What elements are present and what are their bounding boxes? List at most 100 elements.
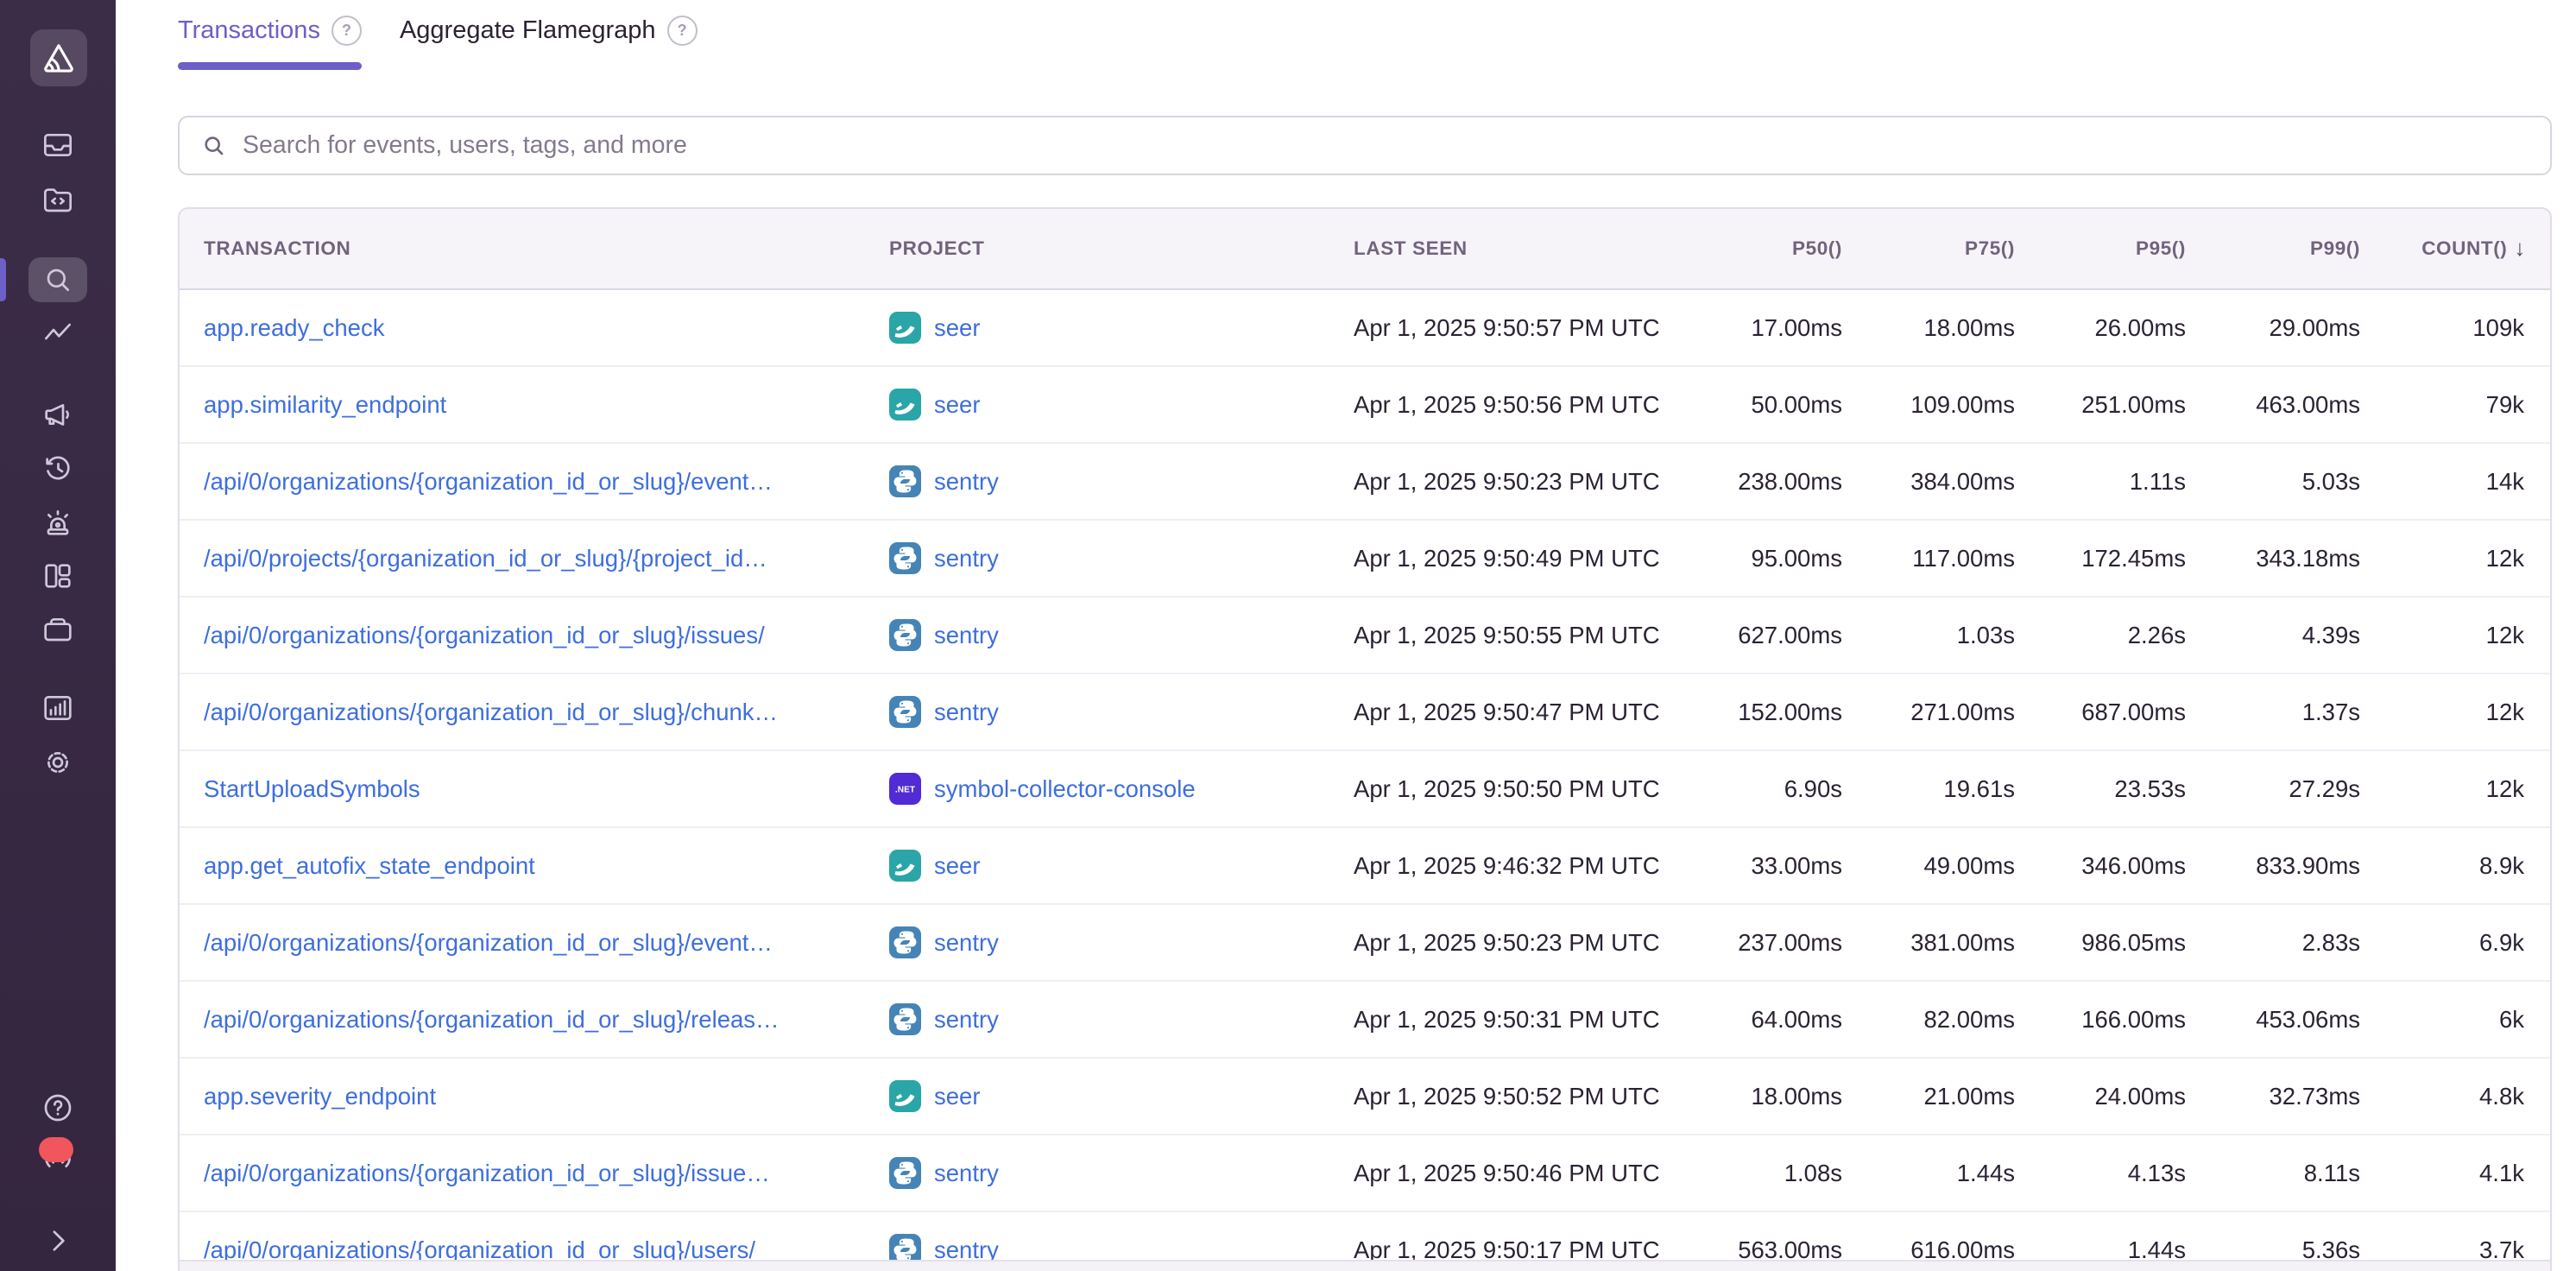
tab-transactions-label: Transactions	[178, 16, 320, 45]
sort-desc-icon: ↓	[2514, 235, 2526, 262]
project-link[interactable]: symbol-collector-console	[934, 775, 1196, 803]
p95-cell: 2.26s	[2015, 622, 2186, 649]
sidebar-item-dashboards[interactable]	[28, 552, 87, 600]
table-bottom-strip	[180, 1260, 2550, 1271]
sidebar-item-search-active[interactable]	[28, 257, 87, 302]
p75-cell: 384.00ms	[1842, 468, 2015, 496]
col-header-transaction[interactable]: TRANSACTION	[180, 237, 889, 260]
transaction-link[interactable]: /api/0/organizations/{organization_id_or…	[204, 622, 765, 648]
project-link[interactable]: sentry	[934, 468, 999, 496]
p95-cell: 687.00ms	[2015, 699, 2186, 726]
search-placeholder: Search for events, users, tags, and more	[243, 131, 687, 160]
p75-cell: 1.03s	[1842, 622, 2015, 649]
p95-cell: 166.00ms	[2015, 1006, 2186, 1034]
count-cell: 4.8k	[2360, 1083, 2550, 1110]
project-link[interactable]: seer	[934, 1083, 981, 1110]
p50-cell: 18.00ms	[1733, 1083, 1842, 1110]
seer-project-icon	[889, 312, 921, 344]
sidebar-collapse-button[interactable]	[28, 1217, 87, 1265]
p75-cell: 109.00ms	[1842, 391, 2015, 419]
p99-cell: 32.73ms	[2186, 1083, 2360, 1110]
p75-cell: 117.00ms	[1842, 545, 2015, 572]
python-project-icon	[889, 1157, 921, 1189]
p75-cell: 1.44s	[1842, 1160, 2015, 1187]
sentry-logo-button[interactable]	[30, 29, 87, 86]
transaction-link[interactable]: app.get_autofix_state_endpoint	[204, 852, 535, 879]
sidebar-item-projects[interactable]	[28, 605, 87, 654]
transaction-cell: app.ready_check	[180, 314, 889, 342]
p50-cell: 33.00ms	[1733, 852, 1842, 880]
transaction-link[interactable]: /api/0/organizations/{organization_id_or…	[204, 1160, 770, 1186]
transaction-link[interactable]: /api/0/organizations/{organization_id_or…	[204, 468, 773, 495]
col-header-count[interactable]: COUNT() ↓	[2360, 236, 2550, 262]
p75-cell: 18.00ms	[1842, 314, 2015, 342]
table-row: /api/0/organizations/{organization_id_or…	[180, 598, 2550, 674]
transaction-link[interactable]: /api/0/organizations/{organization_id_or…	[204, 699, 778, 725]
transaction-link[interactable]: /api/0/organizations/{organization_id_or…	[204, 1236, 755, 1263]
help-icon[interactable]: ?	[331, 16, 362, 46]
table-row: app.similarity_endpoint seer Apr 1, 2025 9…	[180, 367, 2550, 444]
transaction-link[interactable]: /api/0/organizations/{organization_id_or…	[204, 929, 773, 956]
p99-cell: 833.90ms	[2186, 852, 2360, 880]
col-header-p75[interactable]: P75()	[1842, 237, 2015, 260]
p99-cell: 343.18ms	[2186, 545, 2360, 572]
p95-cell: 172.45ms	[2015, 545, 2186, 572]
p50-cell: 6.90s	[1733, 775, 1842, 803]
sidebar-item-help[interactable]	[28, 1084, 87, 1132]
project-link[interactable]: sentry	[934, 1160, 999, 1187]
sidebar-item-insights[interactable]	[28, 311, 87, 359]
project-link[interactable]: sentry	[934, 1006, 999, 1034]
count-cell: 109k	[2360, 314, 2550, 342]
project-link[interactable]: sentry	[934, 545, 999, 572]
transaction-cell: app.similarity_endpoint	[180, 391, 889, 419]
sidebar-item-explore[interactable]	[28, 175, 87, 224]
transaction-link[interactable]: /api/0/organizations/{organization_id_or…	[204, 1006, 780, 1033]
issues-inbox-icon	[41, 128, 75, 162]
project-link[interactable]: sentry	[934, 622, 999, 649]
last-seen-cell: Apr 1, 2025 9:50:56 PM UTC	[1354, 391, 1733, 419]
p75-cell: 19.61s	[1842, 775, 2015, 803]
col-header-p99[interactable]: P99()	[2186, 237, 2360, 260]
col-header-p95[interactable]: P95()	[2015, 237, 2186, 260]
siren-icon	[41, 506, 75, 541]
project-cell: sentry	[889, 542, 1354, 574]
project-link[interactable]: seer	[934, 852, 981, 880]
project-link[interactable]: sentry	[934, 699, 999, 726]
p50-cell: 152.00ms	[1733, 699, 1842, 726]
col-header-project[interactable]: PROJECT	[889, 237, 1354, 260]
project-link[interactable]: seer	[934, 314, 981, 342]
tab-transactions[interactable]: Transactions ?	[178, 16, 362, 70]
p75-cell: 82.00ms	[1842, 1006, 2015, 1034]
sidebar-item-settings[interactable]	[28, 738, 87, 787]
help-icon[interactable]: ?	[667, 16, 698, 46]
sidebar-item-replays[interactable]	[28, 445, 87, 493]
sidebar-item-issues[interactable]	[28, 121, 87, 169]
seer-project-icon	[889, 1080, 921, 1112]
last-seen-cell: Apr 1, 2025 9:50:50 PM UTC	[1354, 775, 1733, 803]
col-header-last-seen[interactable]: LAST SEEN	[1354, 237, 1733, 260]
count-cell: 6k	[2360, 1006, 2550, 1034]
notification-dot	[39, 1137, 73, 1162]
sidebar-item-alerts[interactable]	[28, 499, 87, 547]
sidebar-item-whats-new[interactable]	[28, 1135, 87, 1184]
transaction-link[interactable]: app.severity_endpoint	[204, 1083, 436, 1110]
transaction-link[interactable]: app.ready_check	[204, 314, 384, 341]
transaction-link[interactable]: /api/0/projects/{organization_id_or_slug…	[204, 545, 767, 572]
project-link[interactable]: seer	[934, 391, 981, 419]
count-cell: 12k	[2360, 699, 2550, 726]
transaction-link[interactable]: StartUploadSymbols	[204, 775, 420, 802]
transaction-link[interactable]: app.similarity_endpoint	[204, 391, 446, 418]
p95-cell: 26.00ms	[2015, 314, 2186, 342]
tab-aggregate-flamegraph[interactable]: Aggregate Flamegraph ?	[400, 16, 698, 70]
col-header-p50[interactable]: P50()	[1733, 237, 1842, 260]
p50-cell: 50.00ms	[1733, 391, 1842, 419]
project-link[interactable]: sentry	[934, 929, 999, 957]
search-bar[interactable]: Search for events, users, tags, and more	[178, 116, 2552, 175]
profiling-transactions-screen: Transactions ? Aggregate Flamegraph ? Se…	[0, 0, 2576, 1271]
sidebar-item-stats[interactable]	[28, 684, 87, 732]
project-cell: sentry	[889, 619, 1354, 651]
svg-text:.NET: .NET	[895, 786, 916, 795]
p75-cell: 271.00ms	[1842, 699, 2015, 726]
last-seen-cell: Apr 1, 2025 9:50:52 PM UTC	[1354, 1083, 1733, 1110]
sidebar-item-feedback[interactable]	[28, 390, 87, 439]
